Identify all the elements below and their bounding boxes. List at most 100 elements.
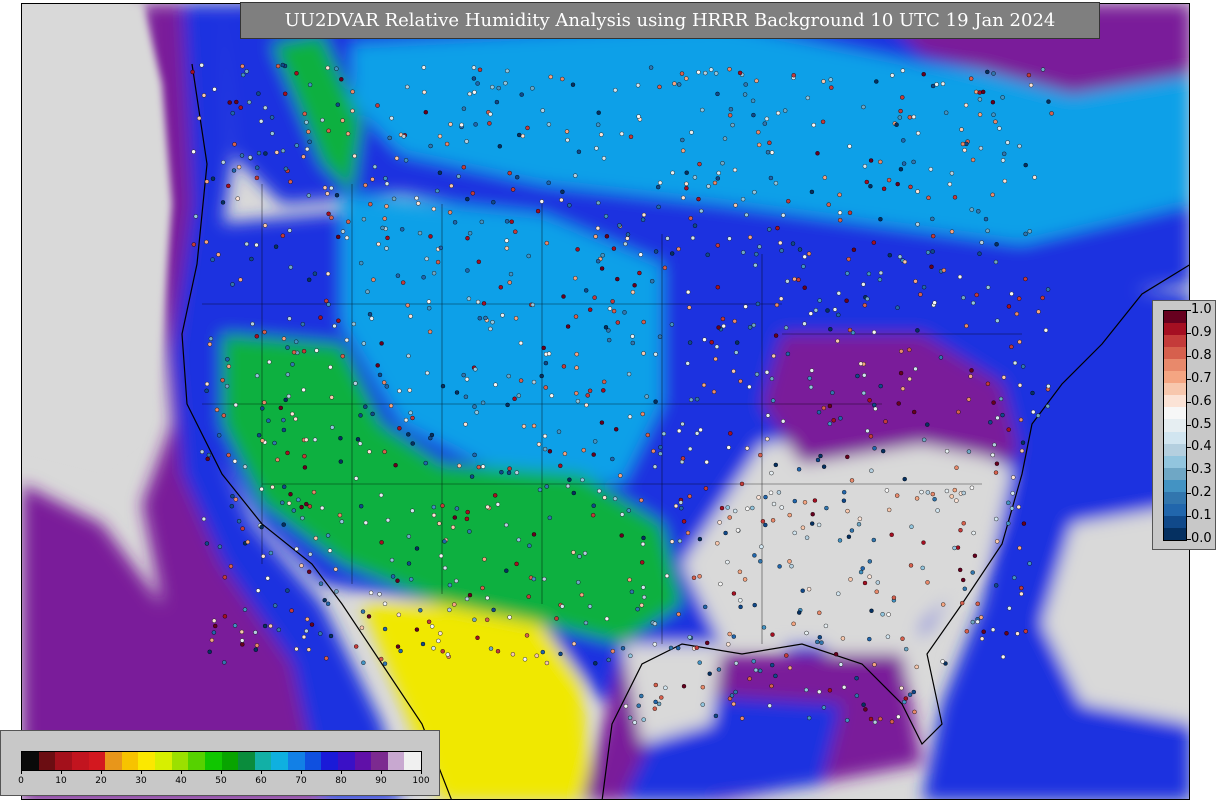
bg-colorbar-tick-mark	[141, 771, 142, 774]
station-dot	[289, 608, 294, 613]
station-dot	[477, 67, 483, 73]
station-dot	[895, 305, 900, 310]
station-dot	[872, 662, 877, 667]
station-dot	[1023, 276, 1028, 282]
station-dot	[542, 433, 548, 439]
station-dot	[1040, 295, 1045, 301]
station-dot	[541, 345, 546, 351]
station-dot	[500, 313, 505, 318]
station-dot	[896, 401, 901, 406]
station-dot	[773, 673, 778, 679]
bg-colorbar-segment	[254, 752, 272, 770]
station-dot	[919, 489, 924, 495]
station-dot	[281, 427, 287, 433]
station-dot	[370, 411, 375, 417]
station-dot	[467, 592, 473, 598]
station-dot	[909, 524, 914, 529]
station-dot	[828, 77, 833, 82]
station-dot	[306, 193, 311, 198]
station-dot	[521, 424, 527, 429]
obs-colorbar-tick-label: 0.7	[1191, 370, 1212, 386]
station-dot	[676, 645, 681, 651]
station-dot	[594, 146, 599, 151]
station-dot	[320, 505, 325, 511]
station-dot	[787, 559, 792, 564]
station-dot	[694, 645, 699, 650]
station-dot	[239, 153, 245, 158]
obs-colorbar-tick-mark	[1187, 539, 1191, 540]
station-dot	[949, 229, 955, 234]
station-dot	[715, 176, 720, 181]
station-dot	[487, 121, 492, 126]
station-dot	[698, 427, 703, 433]
station-dot	[436, 638, 441, 644]
station-dot	[494, 99, 500, 105]
station-dot	[732, 167, 738, 173]
station-dot	[902, 476, 907, 482]
station-dot	[513, 229, 518, 234]
station-dot	[287, 228, 292, 233]
bg-colorbar-tick-label: 0	[18, 776, 24, 786]
station-dot	[907, 376, 912, 382]
station-dot	[339, 519, 344, 524]
station-dot	[961, 295, 966, 300]
station-dot	[990, 452, 995, 458]
station-dot	[687, 635, 692, 640]
station-dot	[830, 390, 835, 395]
station-dot	[875, 580, 880, 585]
station-dot	[761, 625, 767, 630]
station-dot	[445, 652, 450, 657]
station-dot	[424, 256, 429, 262]
station-dot	[886, 177, 892, 183]
station-dot	[900, 95, 905, 100]
station-dot	[741, 250, 746, 255]
station-dot	[576, 580, 581, 585]
station-dot	[688, 446, 693, 452]
station-dot	[711, 389, 717, 394]
station-dot	[288, 179, 293, 185]
station-dot	[757, 244, 762, 249]
station-dot	[727, 631, 732, 637]
station-dot	[994, 583, 999, 588]
station-dot	[656, 184, 661, 190]
station-dot	[765, 413, 771, 418]
station-dot	[591, 452, 596, 457]
station-dot	[908, 563, 914, 568]
station-dot	[860, 566, 865, 571]
station-dot	[417, 230, 423, 236]
station-dot	[829, 85, 834, 90]
station-dot	[225, 357, 230, 362]
station-dot	[204, 381, 210, 387]
station-dot	[1032, 175, 1037, 180]
station-dot	[992, 442, 997, 447]
station-dot	[971, 530, 976, 536]
station-dot	[966, 397, 971, 402]
station-dot	[776, 490, 782, 495]
station-dot	[877, 277, 883, 282]
station-dot	[493, 493, 498, 498]
station-dot	[599, 132, 604, 137]
station-dot	[765, 149, 771, 155]
station-dot	[309, 622, 315, 627]
station-dot	[359, 625, 365, 630]
station-dot	[952, 487, 957, 493]
station-dot	[703, 486, 709, 491]
station-dot	[750, 505, 755, 511]
station-dot	[318, 581, 324, 586]
station-dot	[204, 179, 210, 184]
station-dot	[818, 453, 823, 459]
station-dot	[467, 529, 472, 534]
station-dot	[363, 404, 368, 409]
station-dot	[226, 452, 231, 458]
station-dot	[861, 702, 866, 707]
station-dot	[815, 639, 820, 645]
station-dot	[968, 374, 973, 379]
station-dot	[294, 143, 299, 148]
station-dot	[941, 602, 946, 607]
station-dot	[539, 373, 544, 379]
station-dot	[472, 404, 477, 409]
station-dot	[952, 195, 958, 200]
station-dot	[774, 302, 780, 308]
station-dot	[475, 81, 480, 86]
station-dot	[897, 254, 903, 259]
